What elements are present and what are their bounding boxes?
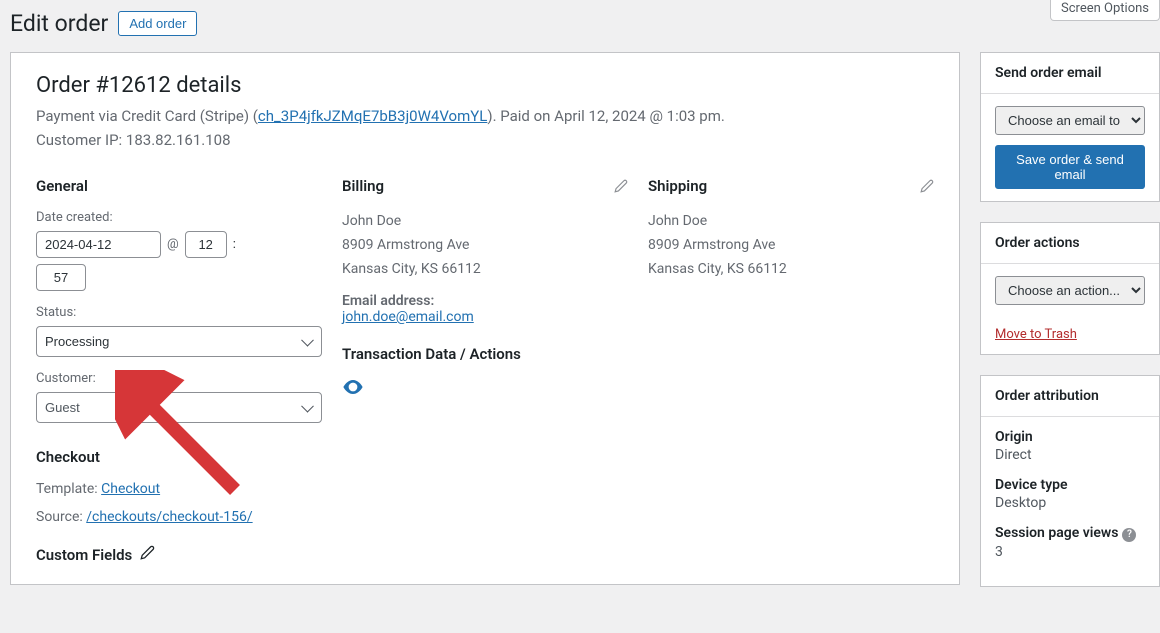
pencil-icon[interactable] [920,179,934,197]
order-details-panel: Order #12612 details Payment via Credit … [10,52,960,585]
origin-label: Origin [995,429,1145,445]
page-header: Edit order Add order [10,0,1160,52]
checkout-heading: Checkout [36,448,322,466]
template-link[interactable]: Checkout [101,481,160,497]
general-heading: General [36,177,322,195]
source-link[interactable]: /checkouts/checkout-156/ [86,509,252,525]
shipping-city: Kansas City, KS 66112 [648,258,934,282]
shipping-heading: Shipping [648,177,934,195]
device-type-label: Device type [995,477,1145,493]
customer-ip-label: Customer IP: [36,131,126,149]
source-row: Source: /checkouts/checkout-156/ [36,509,322,525]
billing-email-link[interactable]: john.doe@email.com [342,309,474,325]
minute-input[interactable] [36,264,86,291]
custom-fields-heading: Custom Fields [36,545,322,564]
hour-input[interactable] [185,231,227,258]
status-label: Status: [36,305,322,320]
payment-suffix: ). Paid on April 12, 2024 @ 1:03 pm. [487,107,724,125]
order-actions-heading: Order actions [981,223,1159,264]
screen-options-tab[interactable]: Screen Options [1050,0,1160,21]
date-created-label: Date created: [36,210,322,225]
customer-select[interactable]: Guest [36,392,322,423]
customer-ip-value: 183.82.161.108 [126,131,231,149]
help-icon[interactable]: ? [1122,528,1136,542]
session-views-label: Session page views? [995,525,1145,542]
eye-icon[interactable] [342,378,628,399]
customer-label: Customer: [36,371,322,386]
date-input[interactable] [36,231,161,258]
order-attribution-heading: Order attribution [981,376,1159,417]
save-send-email-button[interactable]: Save order & send email [995,145,1145,189]
billing-city: Kansas City, KS 66112 [342,258,628,282]
source-label: Source: [36,509,86,525]
order-attribution-box: Order attribution Origin Direct Device t… [980,375,1160,587]
shipping-address: John Doe 8909 Armstrong Ave Kansas City,… [648,210,934,281]
billing-address: John Doe 8909 Armstrong Ave Kansas City,… [342,210,628,281]
sidebar: Send order email Choose an email to send… [980,52,1160,587]
send-email-heading: Send order email [981,53,1159,94]
general-column: General Date created: @ : Status: [36,177,322,564]
session-views-value: 3 [995,544,1145,560]
action-select[interactable]: Choose an action... [995,276,1145,305]
add-order-button[interactable]: Add order [118,11,197,36]
shipping-street: 8909 Armstrong Ave [648,234,934,258]
custom-fields-label: Custom Fields [36,546,132,564]
template-label: Template: [36,481,101,497]
order-title: Order #12612 details [36,73,934,98]
shipping-name: John Doe [648,210,934,234]
billing-heading: Billing [342,177,628,195]
status-select[interactable]: Processing [36,326,322,357]
page-title: Edit order [10,10,108,37]
template-row: Template: Checkout [36,481,322,497]
pencil-icon[interactable] [614,179,628,197]
time-colon: : [233,237,236,252]
shipping-column: Shipping John Doe 8909 Armstrong Ave Kan… [648,177,934,564]
at-symbol: @ [167,237,179,252]
order-actions-box: Order actions Choose an action... Move t… [980,222,1160,355]
customer-ip: Customer IP: 183.82.161.108 [36,128,934,152]
origin-value: Direct [995,447,1145,463]
payment-prefix: Payment via Credit Card (Stripe) ( [36,107,258,125]
payment-transaction-link[interactable]: ch_3P4jfkJZMqE7bB3j0W4VomYL [258,107,487,125]
send-email-box: Send order email Choose an email to send… [980,52,1160,202]
email-label: Email address: [342,293,628,309]
payment-info: Payment via Credit Card (Stripe) (ch_3P4… [36,104,934,128]
pencil-icon[interactable] [140,545,155,564]
move-to-trash-link[interactable]: Move to Trash [995,327,1145,342]
transaction-heading: Transaction Data / Actions [342,345,628,363]
device-type-value: Desktop [995,495,1145,511]
billing-street: 8909 Armstrong Ave [342,234,628,258]
billing-name: John Doe [342,210,628,234]
email-select[interactable]: Choose an email to send [995,106,1145,135]
billing-column: Billing John Doe 8909 Armstrong Ave Kans… [342,177,628,564]
